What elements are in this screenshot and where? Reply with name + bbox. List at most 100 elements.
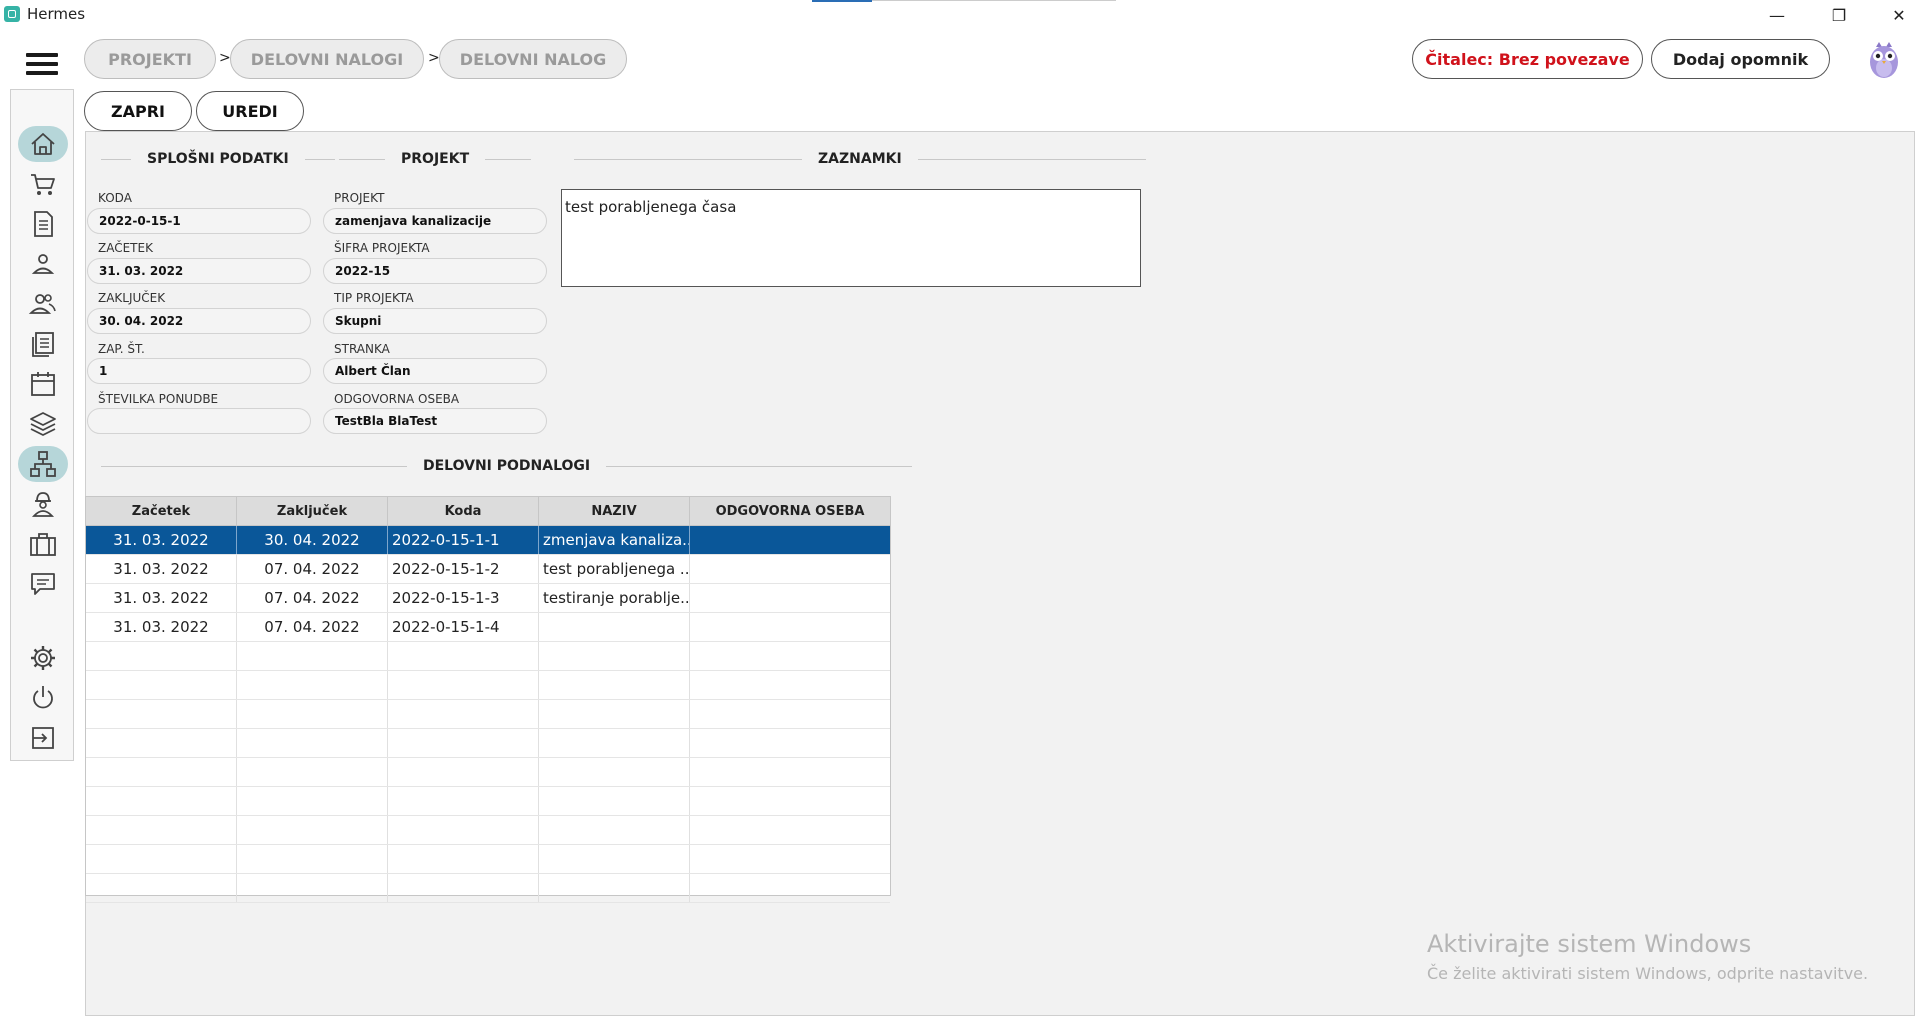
close-window-button[interactable]: ✕ [1870, 0, 1915, 30]
zakljucek-label: ZAKLJUČEK [98, 291, 166, 305]
zacetek-label: ZAČETEK [98, 241, 153, 255]
nav-list[interactable] [18, 326, 68, 362]
owl-avatar-icon[interactable] [1867, 40, 1901, 80]
table-cell: 07. 04. 2022 [237, 584, 388, 612]
nav-users[interactable] [18, 286, 68, 322]
table-cell [388, 642, 539, 670]
windows-activation-subtitle: Če želite aktivirati sistem Windows, odp… [1427, 964, 1869, 983]
breadcrumb-projekti[interactable]: PROJEKTI [84, 39, 216, 79]
column-header-zacetek[interactable]: Začetek [86, 497, 237, 525]
app-logo-icon [4, 6, 20, 22]
nav-briefcase[interactable] [18, 526, 68, 562]
breadcrumb-separator: > [428, 50, 440, 66]
nav-cart[interactable] [18, 166, 68, 202]
breadcrumb-separator: > [219, 50, 231, 66]
table-cell [690, 700, 890, 728]
hamburger-menu-icon[interactable] [26, 53, 58, 75]
nav-home[interactable] [18, 126, 68, 162]
gear-icon [31, 646, 55, 670]
table-cell [388, 700, 539, 728]
edit-button[interactable]: UREDI [196, 91, 304, 131]
table-row[interactable]: 31. 03. 2022 07. 04. 2022 2022-0-15-1-2 tes… [86, 555, 890, 584]
cart-icon [31, 174, 55, 195]
table-row[interactable]: 31. 03. 2022 30. 04. 2022 2022-0-15-1-1 zme… [86, 526, 890, 555]
table-cell [539, 787, 690, 815]
breadcrumb-delovni-nalogi[interactable]: DELOVNI NALOGI [230, 39, 424, 79]
table-cell [539, 874, 690, 902]
table-body: 31. 03. 2022 30. 04. 2022 2022-0-15-1-1 zme… [86, 526, 890, 903]
table-cell [690, 613, 890, 641]
empty-table-row [86, 700, 890, 729]
table-cell [690, 845, 890, 873]
nav-power[interactable] [18, 680, 68, 716]
koda-field: 2022-0-15-1 [87, 208, 311, 234]
table-cell: 07. 04. 2022 [237, 613, 388, 641]
table-cell: 31. 03. 2022 [86, 555, 237, 583]
breadcrumb-delovni-nalog[interactable]: DELOVNI NALOG [439, 39, 627, 79]
close-button[interactable]: ZAPRI [84, 91, 192, 131]
minimize-button[interactable]: — [1748, 0, 1806, 30]
title-divider-line [872, 0, 1116, 1]
logout-icon [32, 727, 54, 749]
projekt-field: zamenjava kanalizacije [323, 208, 547, 234]
subtasks-section-title: DELOVNI PODNALOGI [101, 458, 913, 474]
oseba-label: ODGOVORNA OSEBA [334, 392, 460, 406]
table-cell [690, 555, 890, 583]
table-row[interactable]: 31. 03. 2022 07. 04. 2022 2022-0-15-1-4 [86, 613, 890, 642]
sidebar [10, 89, 74, 761]
chat-icon [31, 573, 55, 595]
notes-textarea[interactable]: test porabljenega časa [561, 189, 1141, 287]
maximize-button[interactable]: ❐ [1810, 0, 1868, 30]
title-bar: Hermes — ❐ ✕ [0, 0, 1915, 30]
nav-settings[interactable] [18, 640, 68, 676]
nav-worker[interactable] [18, 486, 68, 522]
ponudba-field [87, 408, 311, 434]
nav-documents[interactable] [18, 206, 68, 242]
tip-label: TIP PROJEKTA [334, 291, 414, 305]
zacetek-field: 31. 03. 2022 [87, 258, 311, 284]
table-cell [86, 729, 237, 757]
nav-calendar[interactable] [18, 366, 68, 402]
table-cell [539, 758, 690, 786]
table-cell: 31. 03. 2022 [86, 584, 237, 612]
nav-hierarchy[interactable] [18, 446, 68, 482]
column-header-koda[interactable]: Koda [388, 497, 539, 525]
table-row[interactable]: 31. 03. 2022 07. 04. 2022 2022-0-15-1-3 tes… [86, 584, 890, 613]
nav-logout[interactable] [18, 720, 68, 756]
table-cell [237, 729, 388, 757]
tip-field: Skupni [323, 308, 547, 334]
table-cell [86, 758, 237, 786]
table-cell: 2022-0-15-1-4 [388, 613, 539, 641]
add-reminder-button[interactable]: Dodaj opomnik [1651, 39, 1830, 79]
reader-status-button[interactable]: Čitalec: Brez povezave [1412, 39, 1643, 79]
table-cell [539, 642, 690, 670]
table-cell [237, 671, 388, 699]
project-section-title: PROJEKT [339, 151, 532, 167]
nav-user[interactable] [18, 246, 68, 282]
empty-table-row [86, 758, 890, 787]
nav-layers[interactable] [18, 406, 68, 442]
hierarchy-icon [30, 451, 56, 477]
nav-messages[interactable] [18, 566, 68, 602]
table-cell [690, 642, 890, 670]
table-cell [237, 845, 388, 873]
table-cell [237, 787, 388, 815]
power-icon [33, 686, 53, 709]
table-cell: 31. 03. 2022 [86, 526, 237, 554]
table-cell [237, 758, 388, 786]
table-cell [237, 642, 388, 670]
calendar-icon [31, 372, 55, 396]
general-section-title: SPLOŠNI PODATKI [101, 151, 335, 167]
sifra-field: 2022-15 [323, 258, 547, 284]
table-cell: 07. 04. 2022 [237, 555, 388, 583]
subtasks-table: Začetek Zaključek Koda NAZIV ODGOVORNA O… [85, 496, 891, 903]
column-header-naziv[interactable]: NAZIV [539, 497, 690, 525]
column-header-odgovorna-oseba[interactable]: ODGOVORNA OSEBA [690, 497, 890, 525]
empty-table-row [86, 874, 890, 903]
table-cell [690, 874, 890, 902]
column-header-zakljucek[interactable]: Zaključek [237, 497, 388, 525]
table-cell [539, 671, 690, 699]
document-icon [34, 211, 53, 237]
table-cell [690, 816, 890, 844]
table-cell: 2022-0-15-1-1 [388, 526, 539, 554]
